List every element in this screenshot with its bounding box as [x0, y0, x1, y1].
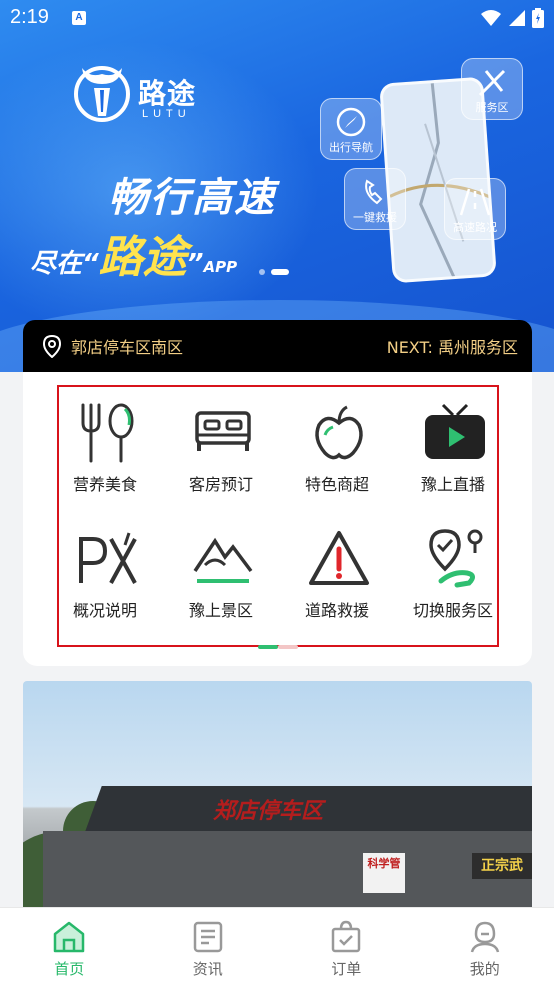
- slogan-line1: 畅行高速: [108, 175, 276, 221]
- service-scenic[interactable]: 豫上景区: [163, 513, 279, 631]
- location-pin-icon: [42, 334, 62, 358]
- slogan-prefix: 尽在: [30, 249, 83, 279]
- logo-wordmark: 路途: [138, 77, 197, 110]
- carousel-dot-active[interactable]: [271, 269, 289, 275]
- service-market[interactable]: 特色商超: [279, 387, 395, 505]
- location-bar[interactable]: 郭店停车区南区 NEXT: 禹州服务区: [23, 320, 532, 372]
- tile-label: 服务区: [475, 101, 509, 114]
- banner-slogan: 畅行高速 尽在“路途”APP: [30, 165, 350, 283]
- fork-spoon-icon: [81, 403, 134, 463]
- service-label: 客房预订: [188, 475, 253, 494]
- mountain-icon: [193, 537, 253, 583]
- service-label: 切换服务区: [412, 601, 493, 620]
- service-switch-area[interactable]: 切换服务区: [395, 513, 511, 631]
- next-stop-name: 禹州服务区: [437, 338, 518, 357]
- tab-profile[interactable]: 我的: [416, 908, 554, 984]
- page-indicator-active: [258, 645, 278, 649]
- news-icon: [193, 921, 222, 953]
- tab-label: 资讯: [192, 960, 223, 978]
- services-grid: 营养美食 客房预订 特色商超 豫上直播 概况说明 豫上景区 道路救援 切换服务区: [59, 387, 497, 645]
- tab-home[interactable]: 首页: [0, 908, 139, 984]
- logo-subtitle: LUTU: [142, 108, 191, 120]
- tile-label: 一键救援: [353, 211, 397, 224]
- service-food[interactable]: 营养美食: [47, 387, 163, 505]
- signal-icon: [509, 10, 525, 26]
- phone-icon: [365, 179, 383, 205]
- grid-page-indicator: [258, 645, 298, 649]
- slogan-suffix: APP: [203, 258, 238, 276]
- tab-label: 首页: [54, 960, 85, 978]
- battery-icon: [532, 8, 544, 28]
- side-sign: 科学管: [363, 853, 405, 893]
- status-icons: [480, 8, 544, 28]
- warning-triangle-icon: [309, 531, 369, 585]
- service-label: 特色商超: [304, 475, 369, 494]
- roof-sign: 郑店停车区: [213, 799, 324, 824]
- tab-news[interactable]: 资讯: [139, 908, 278, 984]
- services-card: 营养美食 客房预订 特色商超 豫上直播 概况说明 豫上景区 道路救援 切换服务区: [23, 372, 532, 666]
- tile-label: 高速路况: [453, 221, 497, 234]
- service-rescue[interactable]: 道路救援: [279, 513, 395, 631]
- app-screen: 2:19 A 路途 LUTU 畅行高速 尽在“路途”APP 服务区 出行导航 一…: [0, 0, 554, 984]
- px-overview-icon: [79, 532, 137, 584]
- service-label: 道路救援: [304, 601, 369, 620]
- wifi-icon: [481, 10, 501, 26]
- road-icon: [459, 188, 491, 216]
- carousel-dots[interactable]: [259, 269, 289, 275]
- tile-rescue: 一键救援: [344, 168, 406, 230]
- page-indicator-inactive: [278, 645, 298, 649]
- carousel-dot[interactable]: [259, 269, 265, 275]
- home-icon: [54, 921, 85, 953]
- next-stop[interactable]: NEXT: 禹州服务区: [387, 334, 518, 358]
- status-bar: 2:19 A: [0, 0, 554, 38]
- compass-icon: [336, 107, 366, 137]
- service-hotel[interactable]: 客房预订: [163, 387, 279, 505]
- status-time: 2:19: [10, 6, 49, 28]
- lutu-logo: 路途 LUTU: [72, 60, 212, 126]
- tab-label: 订单: [331, 960, 362, 978]
- helmet-logo-icon: [74, 66, 130, 122]
- tile-service-area: 服务区: [461, 58, 523, 120]
- bottom-tab-bar: 首页 资讯 订单 我的: [0, 907, 554, 984]
- building-front: [43, 831, 532, 909]
- tile-navigation: 出行导航: [320, 98, 382, 160]
- services-grid-highlight: 营养美食 客房预订 特色商超 豫上直播 概况说明 豫上景区 道路救援 切换服务区: [57, 385, 499, 647]
- service-label: 概况说明: [72, 601, 137, 620]
- order-bag-icon: [332, 920, 361, 953]
- promo-banner[interactable]: 2:19 A 路途 LUTU 畅行高速 尽在“路途”APP 服务区 出行导航 一…: [0, 0, 554, 372]
- tab-orders[interactable]: 订单: [277, 908, 416, 984]
- current-location: 郭店停车区南区: [71, 338, 184, 357]
- shop-sign: 正宗武: [472, 853, 532, 879]
- apple-icon: [315, 405, 363, 460]
- fork-knife-icon: [478, 69, 506, 97]
- service-label: 豫上直播: [420, 475, 485, 494]
- tv-play-icon: [425, 403, 485, 459]
- slogan-brand: 路途: [98, 232, 187, 283]
- service-live[interactable]: 豫上直播: [395, 387, 511, 505]
- service-label: 营养美食: [72, 475, 137, 494]
- tab-label: 我的: [469, 960, 500, 978]
- service-overview[interactable]: 概况说明: [47, 513, 163, 631]
- service-label: 豫上景区: [188, 601, 253, 620]
- profile-icon: [470, 921, 499, 953]
- tile-traffic: 高速路况: [444, 178, 506, 240]
- next-label: NEXT:: [386, 338, 433, 357]
- bed-icon: [195, 411, 251, 451]
- slogan-line2: 尽在“路途”APP: [30, 232, 238, 283]
- tile-label: 出行导航: [329, 141, 373, 154]
- notification-a-icon: A: [72, 11, 86, 25]
- route-pin-icon: [429, 529, 483, 588]
- service-area-photo[interactable]: 郑店停车区 科学管 正宗武: [23, 681, 532, 909]
